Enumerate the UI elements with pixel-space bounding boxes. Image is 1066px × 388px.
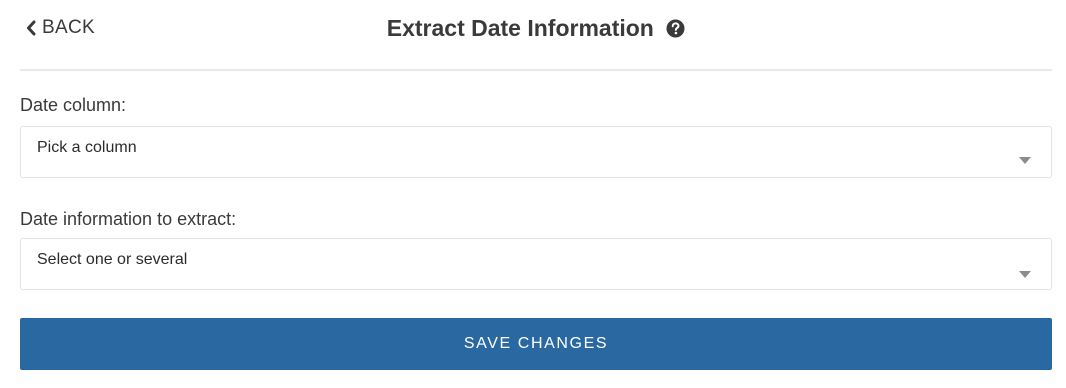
caret-down-icon	[1019, 151, 1031, 169]
page-title: Extract Date Information	[386, 15, 654, 41]
panel-header: BACK Extract Date Information	[20, 0, 1052, 71]
page-title-wrap: Extract Date Information	[20, 15, 1052, 44]
extract-date-panel: BACK Extract Date Information Date colum…	[0, 0, 1066, 388]
date-info-label: Date information to extract:	[20, 209, 237, 229]
date-column-label: Date column:	[20, 95, 127, 115]
date-info-select[interactable]: Select one or several	[20, 238, 1052, 290]
question-circle-icon[interactable]	[666, 17, 685, 44]
caret-down-icon	[1019, 265, 1031, 283]
date-column-placeholder: Pick a column	[37, 139, 137, 156]
save-changes-button[interactable]: SAVE CHANGES	[20, 318, 1052, 370]
date-info-placeholder: Select one or several	[37, 251, 188, 268]
date-column-select[interactable]: Pick a column	[20, 126, 1052, 178]
